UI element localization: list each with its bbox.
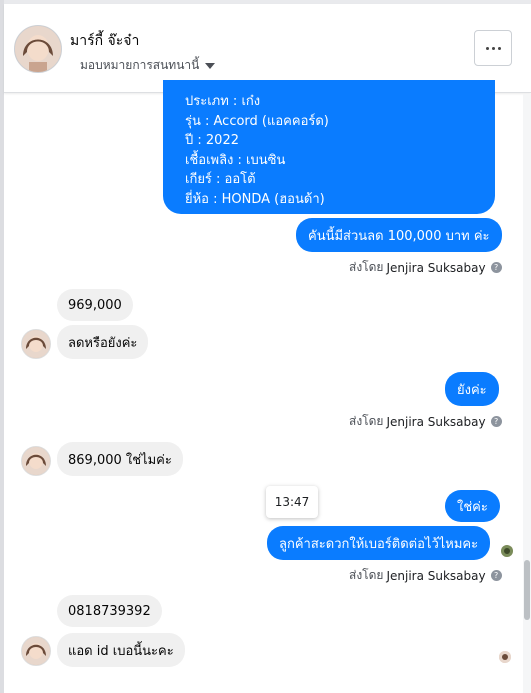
- customer-avatar[interactable]: [21, 636, 51, 666]
- help-icon[interactable]: ?: [490, 416, 502, 427]
- detail-year: ปี : 2022: [185, 133, 239, 148]
- sent-by-agent[interactable]: Jenjira Suksabay: [386, 569, 485, 583]
- detail-type: ประเภท : เก๋ง: [185, 94, 261, 109]
- seen-receipt-image: [499, 651, 511, 663]
- incoming-message[interactable]: ลดหรือยังค่ะ: [57, 325, 149, 359]
- sent-by-label: ส่งโดย Jenjira Suksabay ?: [349, 412, 502, 431]
- seen-receipt-image: [501, 545, 513, 557]
- incoming-message[interactable]: แอด id เบอนี้นะคะ: [57, 633, 185, 667]
- caret-down-icon: [205, 62, 216, 69]
- customer-avatar[interactable]: [21, 329, 51, 359]
- detail-gear: เกียร์ : ออโต้: [185, 172, 256, 187]
- assign-conversation-label: มอบหมายการสนทนานี้: [80, 58, 200, 72]
- contact-avatar[interactable]: [14, 25, 62, 73]
- incoming-message[interactable]: 969,000: [57, 289, 133, 321]
- sent-by-label: ส่งโดย Jenjira Suksabay ?: [349, 258, 502, 277]
- outgoing-message[interactable]: คันนี้มีส่วนลด 100,000 บาท ค่ะ: [296, 218, 502, 252]
- customer-avatar-image: [22, 447, 50, 475]
- help-icon[interactable]: ?: [490, 262, 502, 273]
- sent-by-prefix: ส่งโดย: [349, 568, 384, 582]
- detail-fuel: เชื้อเพลิง : เบนซิน: [185, 152, 286, 168]
- messages-scrollbar-thumb[interactable]: [524, 560, 530, 620]
- contact-name[interactable]: มาร์กี้ จ๊ะจ๋า: [70, 30, 139, 52]
- message-time-tooltip: 13:47: [266, 486, 318, 518]
- window-frame-left: [0, 0, 4, 693]
- customer-avatar-image: [22, 330, 50, 358]
- assign-conversation-dropdown[interactable]: มอบหมายการสนทนานี้: [80, 56, 216, 75]
- outgoing-message[interactable]: ยังค่ะ: [445, 372, 499, 406]
- incoming-message[interactable]: 869,000 ใช่ไมค่ะ: [57, 442, 183, 476]
- detail-model: รุ่น : Accord (แอคคอร์ด): [185, 113, 329, 129]
- customer-avatar-image: [22, 637, 50, 665]
- more-dot-icon: [497, 46, 501, 50]
- sent-by-label: ส่งโดย Jenjira Suksabay ?: [349, 566, 502, 585]
- more-options-button[interactable]: [474, 30, 512, 66]
- seen-receipt-avatar: [501, 545, 513, 557]
- seen-receipt-avatar: [499, 651, 511, 663]
- outgoing-message[interactable]: ลูกค้าสะดวกให้เบอร์ติดต่อไว้ไหมคะ: [267, 526, 491, 560]
- sent-by-prefix: ส่งโดย: [349, 414, 384, 428]
- more-dot-icon: [491, 46, 495, 50]
- sent-by-prefix: ส่งโดย: [349, 260, 384, 274]
- incoming-message[interactable]: 0818739392: [57, 595, 162, 627]
- sent-by-agent[interactable]: Jenjira Suksabay: [386, 415, 485, 429]
- detail-brand: ยี่ห้อ : HONDA (ฮอนด้า): [185, 191, 325, 207]
- outgoing-message[interactable]: ใช่ค่ะ: [445, 490, 500, 522]
- vehicle-details-message[interactable]: ประเภท : เก๋ง รุ่น : Accord (แอคคอร์ด) ป…: [163, 80, 495, 214]
- more-dot-icon: [485, 46, 489, 50]
- customer-avatar[interactable]: [21, 446, 51, 476]
- contact-avatar-image: [15, 26, 61, 72]
- help-icon[interactable]: ?: [490, 570, 502, 581]
- sent-by-agent[interactable]: Jenjira Suksabay: [386, 261, 485, 275]
